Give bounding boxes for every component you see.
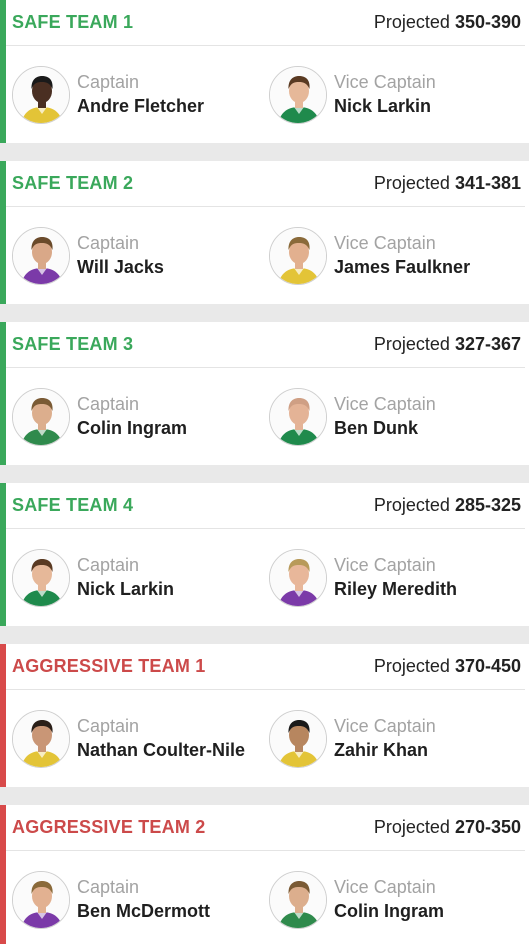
team-name: SAFE TEAM 4 xyxy=(12,495,134,515)
captain-label: Captain xyxy=(77,233,140,253)
captain-name: Colin Ingram xyxy=(77,418,188,438)
captain-label: Captain xyxy=(77,555,140,575)
team-card[interactable]: SAFE TEAM 1 Projected 350-390 Captain An… xyxy=(0,0,529,143)
vice-captain-slot[interactable]: Vice Captain James Faulkner xyxy=(263,226,523,285)
team-card[interactable]: SAFE TEAM 3 Projected 327-367 Captain Co… xyxy=(0,322,529,465)
vice-captain-name: Colin Ingram xyxy=(334,901,445,921)
player-avatar xyxy=(12,709,70,768)
player-avatar xyxy=(12,870,70,929)
team-card[interactable]: SAFE TEAM 4 Projected 285-325 Captain Ni… xyxy=(0,483,529,626)
team-card-header: SAFE TEAM 3 Projected 327-367 xyxy=(6,322,525,368)
captain-label: Captain xyxy=(77,716,140,736)
captain-name: Will Jacks xyxy=(77,257,164,277)
projected-points: Projected 370-450 xyxy=(373,656,521,676)
vice-captain-name: James Faulkner xyxy=(334,257,471,277)
team-card[interactable]: AGGRESSIVE TEAM 2 Projected 270-350 Capt… xyxy=(0,805,529,944)
captain-name: Ben McDermott xyxy=(77,901,211,921)
projected-points: Projected 270-350 xyxy=(373,817,521,837)
player-avatar xyxy=(12,548,70,607)
projected-points: Projected 285-325 xyxy=(373,495,521,515)
team-card[interactable]: SAFE TEAM 2 Projected 341-381 Captain Wi… xyxy=(0,161,529,304)
vice-captain-slot[interactable]: Vice Captain Colin Ingram xyxy=(263,870,523,929)
projected-range: 341-381 xyxy=(454,173,521,193)
projected-range: 350-390 xyxy=(454,12,521,32)
team-name: AGGRESSIVE TEAM 2 xyxy=(12,817,206,837)
captain-label: Captain xyxy=(77,877,140,897)
player-avatar xyxy=(12,65,70,124)
projected-points: Projected 341-381 xyxy=(373,173,521,193)
captain-name: Andre Fletcher xyxy=(77,96,205,116)
vice-captain-slot[interactable]: Vice Captain Ben Dunk xyxy=(263,387,523,446)
vice-captain-label: Vice Captain xyxy=(334,716,436,736)
vice-captain-label: Vice Captain xyxy=(334,72,436,92)
captain-name: Nick Larkin xyxy=(77,579,175,599)
projected-points: Projected 327-367 xyxy=(373,334,521,354)
vice-captain-name: Nick Larkin xyxy=(334,96,432,116)
vice-captain-slot[interactable]: Vice Captain Zahir Khan xyxy=(263,709,523,768)
captain-slot[interactable]: Captain Andre Fletcher xyxy=(6,65,263,124)
vice-captain-label: Vice Captain xyxy=(334,877,436,897)
team-card[interactable]: AGGRESSIVE TEAM 1 Projected 370-450 Capt… xyxy=(0,644,529,787)
team-name: AGGRESSIVE TEAM 1 xyxy=(12,656,206,676)
captain-slot[interactable]: Captain Ben McDermott xyxy=(6,870,263,929)
captain-slot[interactable]: Captain Nathan Coulter-Nile xyxy=(6,709,263,768)
team-card-header: AGGRESSIVE TEAM 2 Projected 270-350 xyxy=(6,805,525,851)
player-avatar xyxy=(12,387,70,446)
vice-captain-slot[interactable]: Vice Captain Nick Larkin xyxy=(263,65,523,124)
captain-label: Captain xyxy=(77,72,140,92)
vice-captain-name: Zahir Khan xyxy=(334,740,429,760)
team-card-header: SAFE TEAM 4 Projected 285-325 xyxy=(6,483,525,529)
player-avatar xyxy=(269,548,327,607)
captain-slot[interactable]: Captain Nick Larkin xyxy=(6,548,263,607)
projected-range: 370-450 xyxy=(454,656,521,676)
projected-range: 270-350 xyxy=(454,817,521,837)
team-name: SAFE TEAM 2 xyxy=(12,173,134,193)
team-name: SAFE TEAM 3 xyxy=(12,334,134,354)
team-card-header: SAFE TEAM 2 Projected 341-381 xyxy=(6,161,525,207)
team-card-header: AGGRESSIVE TEAM 1 Projected 370-450 xyxy=(6,644,525,690)
player-avatar xyxy=(12,226,70,285)
projected-points: Projected 350-390 xyxy=(373,12,521,32)
player-avatar xyxy=(269,709,327,768)
captain-slot[interactable]: Captain Colin Ingram xyxy=(6,387,263,446)
player-avatar xyxy=(269,65,327,124)
team-name: SAFE TEAM 1 xyxy=(12,12,134,32)
player-avatar xyxy=(269,226,327,285)
vice-captain-name: Riley Meredith xyxy=(334,579,458,599)
vice-captain-label: Vice Captain xyxy=(334,394,436,414)
player-avatar xyxy=(269,387,327,446)
player-avatar xyxy=(269,870,327,929)
team-card-header: SAFE TEAM 1 Projected 350-390 xyxy=(6,0,525,46)
team-suggestions-list: SAFE TEAM 1 Projected 350-390 Captain An… xyxy=(0,0,529,944)
captain-label: Captain xyxy=(77,394,140,414)
vice-captain-name: Ben Dunk xyxy=(334,418,419,438)
projected-range: 327-367 xyxy=(454,334,521,354)
vice-captain-label: Vice Captain xyxy=(334,555,436,575)
vice-captain-label: Vice Captain xyxy=(334,233,436,253)
vice-captain-slot[interactable]: Vice Captain Riley Meredith xyxy=(263,548,523,607)
captain-name: Nathan Coulter-Nile xyxy=(77,740,246,760)
captain-slot[interactable]: Captain Will Jacks xyxy=(6,226,263,285)
projected-range: 285-325 xyxy=(454,495,521,515)
